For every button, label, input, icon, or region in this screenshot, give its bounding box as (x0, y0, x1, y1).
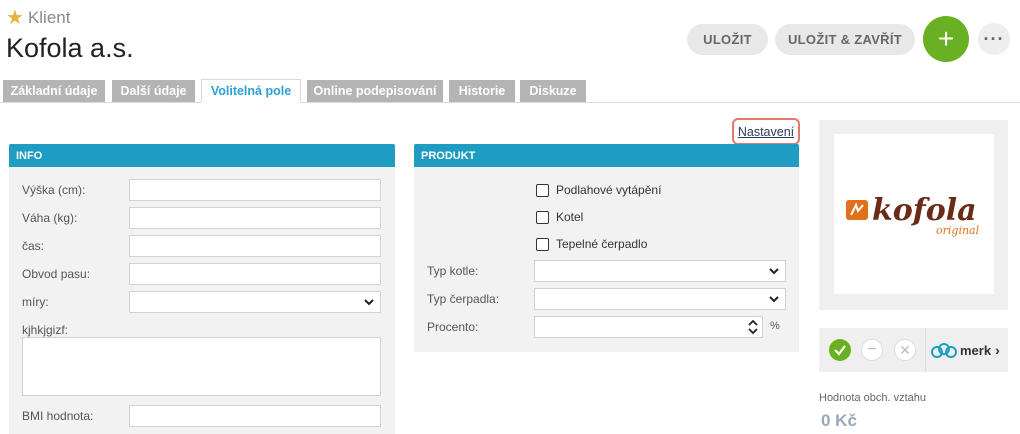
svg-text:original: original (936, 224, 980, 237)
info-panel: INFO Výška (cm): Váha (kg): čas: Obvod p… (9, 144, 395, 434)
company-logo-box: kofola original (819, 120, 1008, 310)
status-bar: − ✕ merk › (819, 328, 1008, 372)
boiler-label: Kotel (556, 210, 584, 224)
page-title: Kofola a.s. (6, 33, 134, 63)
percent-label: Procento: (427, 320, 479, 334)
info-panel-heading: INFO (9, 144, 395, 167)
percent-input[interactable] (534, 316, 763, 338)
merk-logo-icon (931, 343, 957, 358)
spinner-icon[interactable] (748, 319, 758, 335)
save-close-button[interactable]: ULOŽIT & ZAVŘÍT (775, 24, 915, 55)
percent-unit: % (770, 320, 780, 332)
chevron-down-icon (364, 299, 374, 306)
heat-pump-checkbox[interactable] (536, 237, 549, 251)
time-label: čas: (22, 239, 45, 253)
plus-icon: + (937, 23, 955, 54)
heat-pump-option[interactable]: Tepelné čerpadlo (536, 237, 647, 251)
chevron-down-icon (769, 296, 779, 303)
weight-label: Váha (kg): (22, 211, 78, 225)
minus-icon: − (867, 341, 877, 358)
relationship-value: 0 Kč (821, 411, 857, 430)
more-icon: ··· (983, 28, 1005, 49)
pump-type-label: Typ čerpadla: (427, 292, 500, 306)
merk-button[interactable]: merk › (925, 328, 1008, 372)
status-reject-button[interactable]: ✕ (894, 339, 916, 361)
tab-custom-fields[interactable]: Volitelná pole (201, 79, 301, 103)
check-icon (834, 345, 846, 356)
boiler-type-select[interactable] (534, 260, 786, 282)
notes-label: kjhkjgizf: (22, 323, 69, 337)
boiler-type-label: Typ kotle: (427, 264, 479, 278)
product-panel-heading: PRODUKT (414, 144, 799, 167)
bmi-label: BMI hodnota: (22, 409, 94, 423)
product-panel: PRODUKT Podlahové vytápění Kotel Tepelné… (414, 144, 799, 352)
notes-textarea[interactable] (22, 337, 381, 396)
tab-online-signing[interactable]: Online podepisování (307, 80, 443, 102)
measures-label: míry: (22, 295, 49, 309)
kofola-logo: kofola original (846, 193, 980, 237)
weight-input[interactable] (129, 207, 381, 229)
company-logo[interactable]: kofola original (834, 134, 994, 294)
page-header: ★ Klient Kofola a.s. ULOŽIT ULOŽIT & ZAV… (0, 0, 1020, 80)
star-icon[interactable]: ★ (6, 8, 24, 28)
tab-basic[interactable]: Základní údaje (3, 80, 105, 102)
bmi-input[interactable] (129, 405, 381, 427)
entity-type: ★ Klient (6, 8, 70, 28)
tab-history[interactable]: Historie (449, 80, 515, 102)
boiler-option[interactable]: Kotel (536, 210, 583, 224)
pump-type-select[interactable] (534, 288, 786, 310)
svg-text:kofola: kofola (872, 193, 977, 228)
height-label: Výška (cm): (22, 183, 86, 197)
waist-label: Obvod pasu: (22, 267, 91, 281)
more-button[interactable]: ··· (978, 23, 1010, 55)
floor-heating-checkbox[interactable] (536, 183, 549, 197)
settings-link[interactable]: Nastavení (738, 125, 794, 139)
tab-discussion[interactable]: Diskuze (520, 80, 586, 102)
time-input[interactable] (129, 235, 381, 257)
waist-input[interactable] (129, 263, 381, 285)
tab-bar: Základní údaje Další údaje Volitelná pol… (0, 79, 1020, 103)
floor-heating-label: Podlahové vytápění (556, 183, 662, 197)
status-ok-button[interactable] (829, 339, 851, 361)
measures-select[interactable] (129, 291, 381, 313)
save-button[interactable]: ULOŽIT (687, 24, 768, 55)
tab-more[interactable]: Další údaje (112, 80, 195, 102)
floor-heating-option[interactable]: Podlahové vytápění (536, 183, 661, 197)
heat-pump-label: Tepelné čerpadlo (556, 237, 648, 251)
add-button[interactable]: + (923, 16, 969, 62)
settings-link-highlight: Nastavení (732, 118, 800, 145)
chevron-down-icon (769, 268, 779, 275)
merk-label: merk (960, 342, 992, 358)
entity-type-label: Klient (27, 8, 71, 27)
chevron-right-icon: › (995, 342, 1000, 358)
close-icon: ✕ (899, 341, 911, 358)
status-neutral-button[interactable]: − (861, 339, 883, 361)
height-input[interactable] (129, 179, 381, 201)
boiler-checkbox[interactable] (536, 210, 549, 224)
relationship-value-label: Hodnota obch. vztahu (819, 392, 927, 404)
